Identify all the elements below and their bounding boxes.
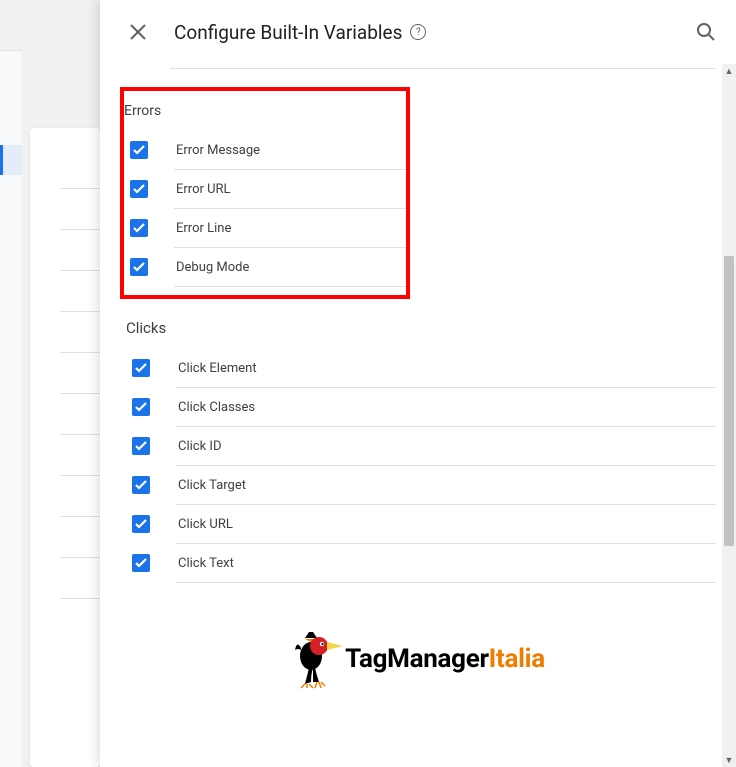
- checkbox-click-url[interactable]: [132, 515, 150, 533]
- logo-brand: TagManager: [345, 644, 489, 674]
- variable-row-click-url: Click URL: [126, 505, 716, 543]
- variable-row-debug-mode: Debug Mode: [124, 248, 406, 286]
- checkbox-debug-mode[interactable]: [130, 258, 148, 276]
- checkbox-click-target[interactable]: [132, 476, 150, 494]
- errors-highlight-box: Errors Error Message Error URL Error Lin…: [120, 87, 410, 299]
- checkbox-error-url[interactable]: [130, 180, 148, 198]
- label-debug-mode: Debug Mode: [176, 260, 249, 275]
- checkbox-click-element[interactable]: [132, 359, 150, 377]
- bg-selected-item: [0, 145, 22, 175]
- logo-suffix: Italia: [489, 644, 545, 674]
- variable-row-click-classes: Click Classes: [126, 388, 716, 426]
- scroll-down-arrow[interactable]: ▼: [722, 753, 736, 767]
- title-text: Configure Built-In Variables: [174, 21, 402, 44]
- content-wrap: ▲ ▼ Errors Error Message Error URL: [100, 64, 736, 767]
- checkbox-error-line[interactable]: [130, 219, 148, 237]
- divider: [170, 68, 716, 69]
- panel-title: Configure Built-In Variables ?: [174, 21, 670, 44]
- label-click-target: Click Target: [178, 478, 246, 493]
- help-icon[interactable]: ?: [410, 24, 426, 40]
- config-panel: Configure Built-In Variables ? ▲ ▼ Error…: [100, 0, 736, 767]
- variable-row-click-text: Click Text: [126, 544, 716, 582]
- bg-card: [30, 128, 100, 767]
- scrollbar-thumb[interactable]: [724, 256, 734, 546]
- checkbox-click-text[interactable]: [132, 554, 150, 572]
- divider: [176, 582, 716, 583]
- panel-header: Configure Built-In Variables ?: [100, 0, 736, 64]
- variable-row-click-id: Click ID: [126, 427, 716, 465]
- checkbox-error-message[interactable]: [130, 141, 148, 159]
- label-click-text: Click Text: [178, 556, 234, 571]
- close-button[interactable]: [122, 16, 154, 48]
- variable-row-error-message: Error Message: [124, 131, 406, 169]
- label-error-line: Error Line: [176, 221, 231, 236]
- label-error-message: Error Message: [176, 143, 260, 158]
- section-title-clicks: Clicks: [126, 311, 716, 349]
- panel-content: Errors Error Message Error URL Error Lin…: [100, 64, 722, 767]
- logo-text: TagManagerItalia: [345, 644, 545, 674]
- label-click-classes: Click Classes: [178, 400, 255, 415]
- woodpecker-icon: [291, 628, 345, 690]
- scrollbar-track[interactable]: ▲ ▼: [722, 64, 736, 767]
- variable-row-click-target: Click Target: [126, 466, 716, 504]
- divider: [174, 286, 406, 287]
- variable-row-error-line: Error Line: [124, 209, 406, 247]
- section-clicks: Clicks Click Element Click Classes Click…: [120, 311, 716, 583]
- checkbox-click-classes[interactable]: [132, 398, 150, 416]
- label-click-element: Click Element: [178, 361, 257, 376]
- search-button[interactable]: [690, 16, 722, 48]
- logo-area: TagManagerItalia: [120, 628, 716, 690]
- section-title-errors: Errors: [124, 97, 406, 131]
- variable-row-click-element: Click Element: [126, 349, 716, 387]
- scroll-up-arrow[interactable]: ▲: [722, 64, 736, 78]
- label-click-url: Click URL: [178, 517, 233, 532]
- label-click-id: Click ID: [178, 439, 221, 454]
- label-error-url: Error URL: [176, 182, 231, 197]
- checkbox-click-id[interactable]: [132, 437, 150, 455]
- variable-row-error-url: Error URL: [124, 170, 406, 208]
